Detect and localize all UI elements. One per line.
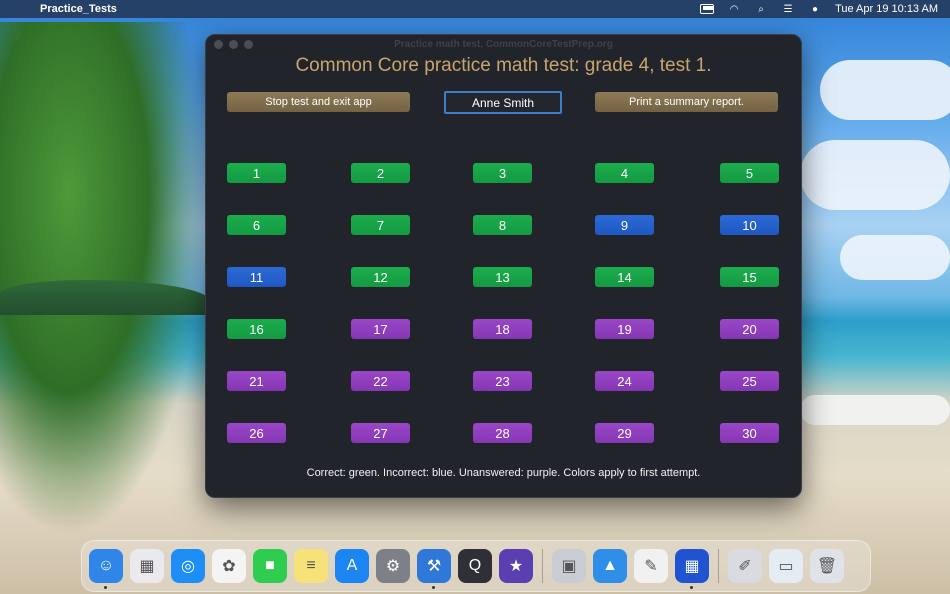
question-12-button[interactable]: 12 — [351, 267, 410, 287]
question-25-button[interactable]: 25 — [720, 371, 779, 391]
question-11-button[interactable]: 11 — [227, 267, 286, 287]
menu-extras: ◠ ⌕ ☰ ● Tue Apr 19 10:13 AM — [700, 3, 938, 15]
wallpaper-surf — [800, 395, 950, 425]
spotlight-search-icon[interactable]: ⌕ — [754, 4, 768, 15]
question-16-button[interactable]: 16 — [227, 319, 286, 339]
running-indicator — [432, 586, 435, 589]
window-title: Practice math test, CommonCoreTestPrep.o… — [394, 38, 613, 50]
question-17-button[interactable]: 17 — [351, 319, 410, 339]
instruments-icon[interactable]: ▲ — [593, 549, 627, 583]
question-1-button[interactable]: 1 — [227, 163, 286, 183]
battery-icon[interactable] — [700, 4, 715, 15]
automator-icon[interactable]: ✐ — [728, 549, 762, 583]
system-preferences-icon[interactable]: ⚙ — [376, 549, 410, 583]
question-14-button[interactable]: 14 — [595, 267, 654, 287]
notes-icon[interactable]: ≡ — [294, 549, 328, 583]
quicktime-icon[interactable]: Q — [458, 549, 492, 583]
downloads-folder-icon[interactable]: ▭ — [769, 549, 803, 583]
textedit-icon[interactable]: ✎ — [634, 549, 668, 583]
question-9-button[interactable]: 9 — [595, 215, 654, 235]
running-indicator — [104, 586, 107, 589]
question-2-button[interactable]: 2 — [351, 163, 410, 183]
wallpaper-cloud — [840, 235, 950, 280]
question-21-button[interactable]: 21 — [227, 371, 286, 391]
question-26-button[interactable]: 26 — [227, 423, 286, 443]
dock-separator — [718, 549, 719, 583]
question-4-button[interactable]: 4 — [595, 163, 654, 183]
menu-clock[interactable]: Tue Apr 19 10:13 AM — [835, 3, 938, 15]
wallpaper-cloud — [800, 140, 950, 210]
safari-icon[interactable]: ◎ — [171, 549, 205, 583]
question-29-button[interactable]: 29 — [595, 423, 654, 443]
preview-icon[interactable]: ▣ — [552, 549, 586, 583]
trash-icon[interactable]: 🗑 — [810, 549, 844, 583]
photos-icon[interactable]: ✿ — [212, 549, 246, 583]
facetime-icon[interactable]: ■ — [253, 549, 287, 583]
color-legend: Correct: green. Incorrect: blue. Unanswe… — [306, 467, 701, 479]
launchpad-icon[interactable]: ▦ — [130, 549, 164, 583]
app-store-icon[interactable]: A — [335, 549, 369, 583]
question-20-button[interactable]: 20 — [720, 319, 779, 339]
question-15-button[interactable]: 15 — [720, 267, 779, 287]
question-5-button[interactable]: 5 — [720, 163, 779, 183]
dock: ☺ ▦ ◎ ✿ ■ ≡ A ⚙ ⚒ Q ★ ▣ ▲ ✎ ▦ ✐ ▭ 🗑 — [81, 540, 871, 592]
page-title: Common Core practice math test: grade 4,… — [295, 55, 712, 76]
question-28-button[interactable]: 28 — [473, 423, 532, 443]
question-3-button[interactable]: 3 — [473, 163, 532, 183]
siri-icon[interactable]: ● — [808, 4, 822, 15]
stop-test-button[interactable]: Stop test and exit app — [227, 92, 410, 112]
finder-icon[interactable]: ☺ — [89, 549, 123, 589]
print-report-button[interactable]: Print a summary report. — [595, 92, 778, 112]
wallpaper-cloud — [820, 60, 950, 120]
question-18-button[interactable]: 18 — [473, 319, 532, 339]
question-10-button[interactable]: 10 — [720, 215, 779, 235]
running-indicator — [690, 586, 693, 589]
question-22-button[interactable]: 22 — [351, 371, 410, 391]
app-menu-name[interactable]: Practice_Tests — [40, 3, 117, 15]
wifi-icon[interactable]: ◠ — [727, 4, 741, 15]
dock-separator — [542, 549, 543, 583]
question-19-button[interactable]: 19 — [595, 319, 654, 339]
xcode-icon[interactable]: ⚒ — [417, 549, 451, 589]
question-6-button[interactable]: 6 — [227, 215, 286, 235]
app-window: Practice math test, CommonCoreTestPrep.o… — [205, 34, 802, 498]
student-name-field[interactable]: Anne Smith — [444, 91, 562, 114]
question-13-button[interactable]: 13 — [473, 267, 532, 287]
imovie-icon[interactable]: ★ — [499, 549, 533, 583]
question-23-button[interactable]: 23 — [473, 371, 532, 391]
question-8-button[interactable]: 8 — [473, 215, 532, 235]
control-center-icon[interactable]: ☰ — [781, 4, 795, 15]
question-27-button[interactable]: 27 — [351, 423, 410, 443]
question-24-button[interactable]: 24 — [595, 371, 654, 391]
window-titlebar[interactable]: Practice math test, CommonCoreTestPrep.o… — [206, 35, 801, 53]
menu-bar: Practice_Tests ◠ ⌕ ☰ ● Tue Apr 19 10:13 … — [0, 0, 950, 18]
question-7-button[interactable]: 7 — [351, 215, 410, 235]
question-30-button[interactable]: 30 — [720, 423, 779, 443]
practice-tests-app-icon[interactable]: ▦ — [675, 549, 709, 589]
